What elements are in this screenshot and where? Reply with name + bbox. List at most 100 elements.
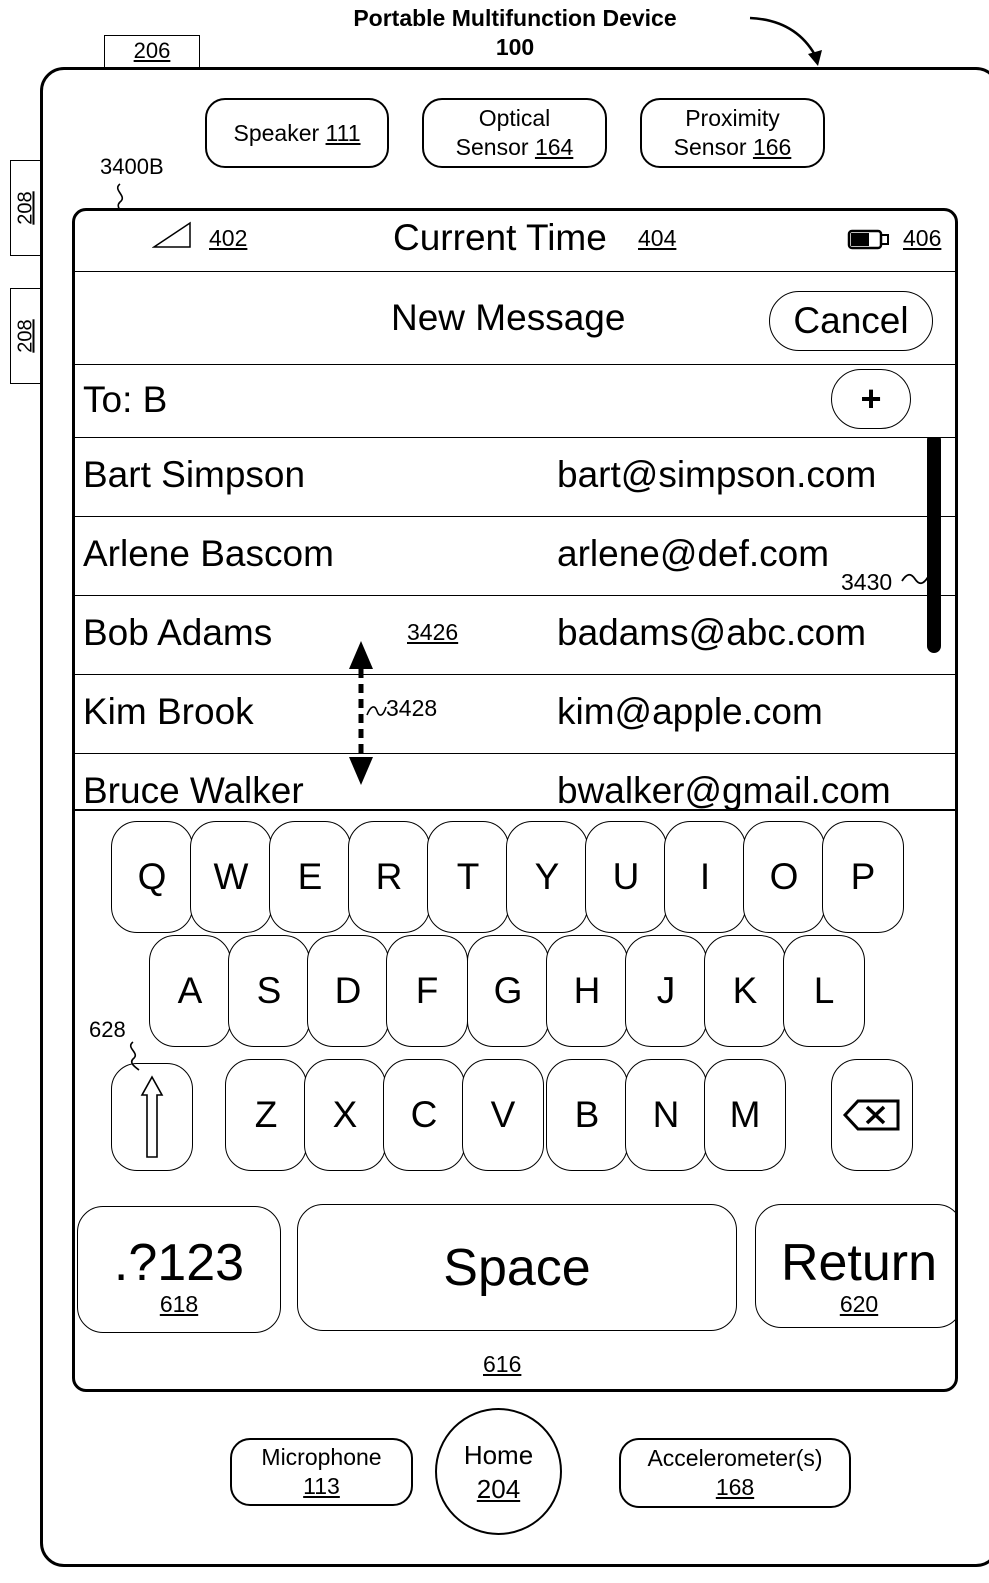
space-key[interactable]: Space [297,1204,737,1331]
proximity-label: Sensor [673,134,747,160]
leader-3428 [366,706,387,716]
contact-email: kim@apple.com [557,691,823,732]
list-item[interactable]: Kim Brook kim@apple.com [75,674,955,753]
ref-618: 618 [159,1291,199,1317]
ref-206: 206 [133,38,171,63]
key-t[interactable]: T [427,821,509,933]
device-reference-arrow [749,16,822,66]
shift-key[interactable] [111,1063,193,1171]
key-j[interactable]: J [625,935,707,1047]
speaker-box: Speaker 111 [205,98,389,168]
key-o[interactable]: O [743,821,825,933]
numbers-key[interactable]: .?123 618 [77,1206,281,1333]
speaker-ref: 111 [325,119,361,146]
ref-628: 628 [89,1017,126,1042]
cancel-button[interactable]: Cancel [769,291,933,351]
key-a[interactable]: A [149,935,231,1047]
backspace-key[interactable] [831,1059,913,1171]
return-key[interactable]: Return 620 [755,1204,955,1328]
contact-name: Bruce Walker [83,770,304,810]
key-i[interactable]: I [664,821,746,933]
accelerometer-ref: 168 [715,1474,755,1500]
figure-title-line1: Portable Multifunction Device [353,5,677,31]
proximity-line1: Proximity [685,105,780,131]
figure-title-line2: 100 [495,34,535,60]
ref-3426: 3426 [407,619,459,645]
list-item[interactable]: Bob Adams badams@abc.com [75,595,955,674]
key-z[interactable]: Z [225,1059,307,1171]
status-divider [75,271,955,272]
nav-title: New Message [391,297,626,338]
optical-line1: Optical [478,105,551,131]
microphone-ref: 113 [303,1473,340,1499]
key-b[interactable]: B [546,1059,628,1171]
microphone-box: Microphone 113 [230,1438,413,1506]
speaker-label: Speaker [233,119,320,146]
optical-sensor-box: Optical Sensor 164 [422,98,607,168]
key-v[interactable]: V [462,1059,544,1171]
list-item[interactable]: Bruce Walker bwalker@gmail.com [75,753,955,810]
key-r[interactable]: R [348,821,430,933]
contact-name: Kim Brook [83,691,254,732]
key-e[interactable]: E [269,821,351,933]
to-field[interactable]: To: B [83,379,167,421]
ref-620: 620 [839,1291,879,1317]
key-x[interactable]: X [304,1059,386,1171]
key-h[interactable]: H [546,935,628,1047]
ref-208-lower: 208 [14,319,37,353]
key-q[interactable]: Q [111,821,193,933]
ref-404: 404 [638,225,677,251]
leader-3430 [901,573,929,585]
microphone-label: Microphone [261,1444,382,1470]
contact-name: Arlene Bascom [83,533,334,574]
key-k[interactable]: K [704,935,786,1047]
contact-email: badams@abc.com [557,612,867,653]
key-w[interactable]: W [190,821,272,933]
optical-label: Sensor [455,134,529,160]
contact-name: Bart Simpson [83,454,306,495]
keyboard-divider [75,809,955,811]
key-l[interactable]: L [783,935,865,1047]
ref-3400b: 3400B [100,154,164,179]
contact-email: arlene@def.com [557,533,830,574]
battery-icon [847,229,889,250]
current-time: Current Time [393,217,607,258]
touch-screen: 402 Current Time 404 406 New Message Can… [72,208,958,1392]
key-f[interactable]: F [386,935,468,1047]
ref-402: 402 [209,225,248,251]
key-c[interactable]: C [383,1059,465,1171]
home-ref: 204 [476,1473,521,1504]
key-m[interactable]: M [704,1059,786,1171]
home-button[interactable]: Home 204 [435,1408,562,1535]
list-item[interactable]: Arlene Bascom arlene@def.com [75,516,955,595]
numbers-key-label: .?123 [113,1234,245,1292]
side-button-208-lower: 208 [10,288,41,384]
proximity-ref: 166 [752,134,792,160]
list-item[interactable]: Bart Simpson bart@simpson.com [75,437,955,516]
contact-name: Bob Adams [83,612,273,653]
ref-208-upper: 208 [14,191,37,225]
key-g[interactable]: G [467,935,549,1047]
accelerometer-label: Accelerometer(s) [647,1445,823,1471]
key-s[interactable]: S [228,935,310,1047]
contact-email: bart@simpson.com [557,454,877,495]
key-u[interactable]: U [585,821,667,933]
add-contact-button[interactable]: + [831,369,911,429]
port-tab-206: 206 [104,35,200,68]
key-p[interactable]: P [822,821,904,933]
side-button-208-upper: 208 [10,160,41,256]
ref-616: 616 [483,1351,522,1377]
key-d[interactable]: D [307,935,389,1047]
nav-divider [75,364,955,365]
figure-title: Portable Multifunction Device 100 [300,4,730,62]
key-n[interactable]: N [625,1059,707,1171]
return-key-label: Return [780,1234,938,1292]
proximity-sensor-box: Proximity Sensor 166 [640,98,825,168]
key-y[interactable]: Y [506,821,588,933]
contact-list: Bart Simpson bart@simpson.com Arlene Bas… [75,437,955,810]
scroll-indicator[interactable] [927,437,941,653]
home-label: Home [463,1439,534,1470]
leader-628 [129,1041,140,1071]
ref-3430: 3430 [841,569,893,595]
accelerometer-box: Accelerometer(s) 168 [619,1438,851,1508]
